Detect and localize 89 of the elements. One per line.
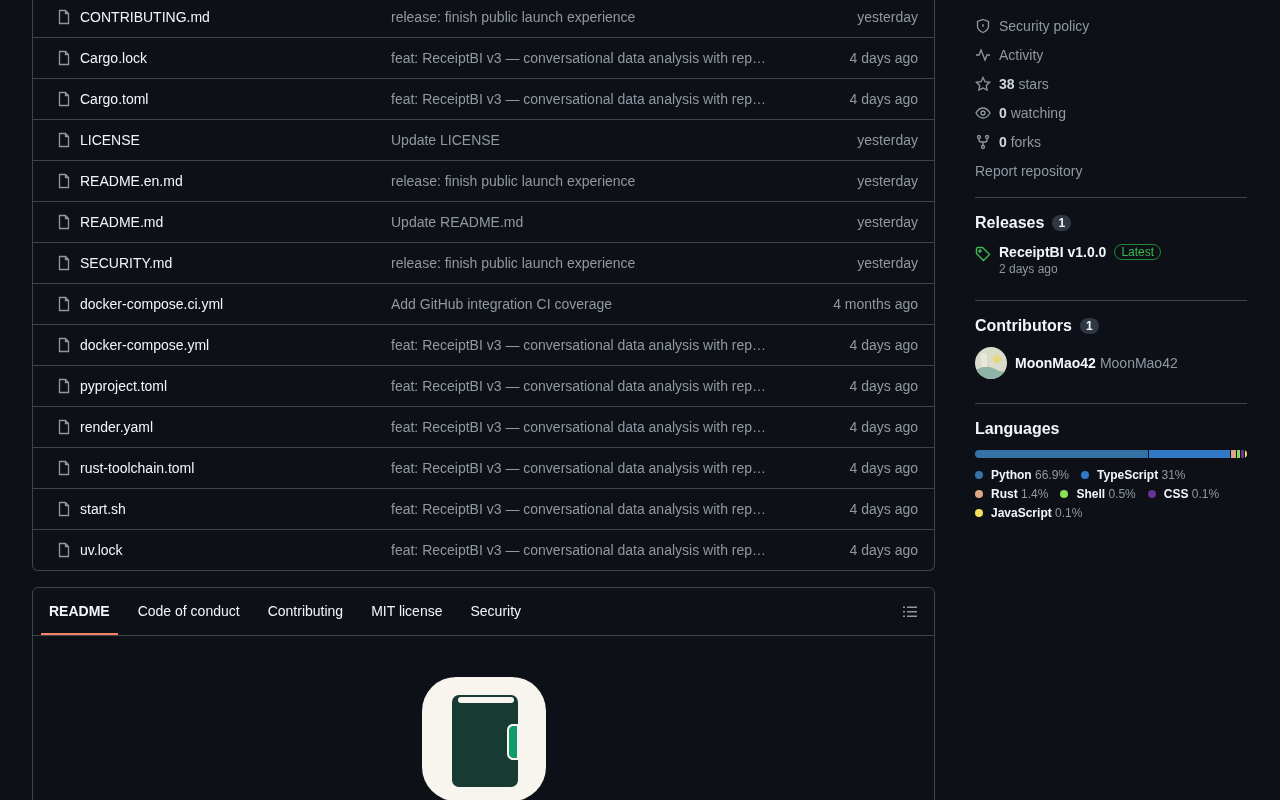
readme-tab[interactable]: Security xyxy=(462,588,530,635)
commit-message[interactable]: feat: ReceiptBI v3 — conversational data analysis with rep… xyxy=(391,501,850,517)
about-link[interactable]: 38 stars xyxy=(999,75,1049,92)
commit-message[interactable]: feat: ReceiptBI v3 — conversational data analysis with rep… xyxy=(391,542,850,558)
file-name[interactable]: pyproject.toml xyxy=(80,378,168,394)
file-name[interactable]: docker-compose.yml xyxy=(80,337,210,353)
section-title[interactable]: Releases xyxy=(975,214,1045,232)
commit-date: 4 days ago xyxy=(849,50,918,66)
readme-tab[interactable]: MIT license xyxy=(363,588,451,635)
file-icon xyxy=(56,378,72,394)
file-name[interactable]: SECURITY.md xyxy=(80,255,173,271)
file-icon xyxy=(56,542,72,558)
tag-icon xyxy=(975,246,991,262)
commit-message[interactable]: release: finish public launch experience xyxy=(391,255,858,271)
section-title: Languages xyxy=(975,420,1060,438)
commit-message[interactable]: Update README.md xyxy=(391,214,858,230)
file-icon xyxy=(56,337,72,353)
commit-message[interactable]: feat: ReceiptBI v3 — conversational data analysis with rep… xyxy=(391,378,850,394)
file-name[interactable]: README.md xyxy=(80,214,164,230)
commit-message[interactable]: release: finish public launch experience xyxy=(391,173,858,189)
file-icon xyxy=(56,419,72,435)
file-name[interactable]: docker-compose.ci.yml xyxy=(80,296,224,312)
commit-date: 4 days ago xyxy=(849,419,918,435)
about-link[interactable]: Report repository xyxy=(975,162,1083,179)
commit-message[interactable]: feat: ReceiptBI v3 — conversational data analysis with rep… xyxy=(391,337,850,353)
count-badge: 1 xyxy=(1052,215,1072,231)
commit-date: yesterday xyxy=(857,132,918,148)
readme-tab[interactable]: README xyxy=(41,588,118,635)
commit-message[interactable]: Add GitHub integration CI coverage xyxy=(391,296,834,312)
file-icon xyxy=(56,9,72,25)
star-icon xyxy=(975,75,991,92)
commit-message[interactable]: feat: ReceiptBI v3 — conversational data analysis with rep… xyxy=(391,419,850,435)
file-name[interactable]: rust-toolchain.toml xyxy=(80,460,195,476)
commit-date: 4 days ago xyxy=(849,378,918,394)
file-name[interactable]: render.yaml xyxy=(80,419,154,435)
commit-message[interactable]: Update LICENSE xyxy=(391,132,858,148)
shield-icon xyxy=(975,17,991,34)
commit-date: yesterday xyxy=(857,214,918,230)
language-entry[interactable]: Python 66.9% xyxy=(991,468,1070,482)
file-icon xyxy=(56,214,72,230)
commit-message[interactable]: feat: ReceiptBI v3 — conversational data analysis with rep… xyxy=(391,460,850,476)
commit-date: 4 days ago xyxy=(849,460,918,476)
file-name[interactable]: LICENSE xyxy=(80,132,140,148)
file-icon xyxy=(56,296,72,312)
commit-date: 4 days ago xyxy=(849,91,918,107)
about-link[interactable]: Activity xyxy=(999,46,1044,63)
file-name[interactable]: CONTRIBUTING.md xyxy=(80,9,210,25)
avatar[interactable] xyxy=(975,347,1007,379)
about-link[interactable]: 0 forks xyxy=(999,133,1042,150)
file-icon xyxy=(56,460,72,476)
count-badge: 1 xyxy=(1079,318,1099,334)
commit-date: yesterday xyxy=(857,255,918,271)
release-date: 2 days ago xyxy=(999,262,1059,276)
file-icon xyxy=(56,255,72,271)
file-icon xyxy=(56,173,72,189)
commit-date: yesterday xyxy=(857,173,918,189)
fork-icon xyxy=(975,133,991,150)
file-name[interactable]: Cargo.lock xyxy=(80,50,147,66)
file-icon xyxy=(56,91,72,107)
commit-message[interactable]: feat: ReceiptBI v3 — conversational data analysis with rep… xyxy=(391,91,850,107)
readme-tab[interactable]: Code of conduct xyxy=(129,588,248,635)
language-entry[interactable]: CSS 0.1% xyxy=(1163,487,1220,501)
section-title[interactable]: Contributors xyxy=(975,317,1072,335)
commit-message[interactable]: feat: ReceiptBI v3 — conversational data analysis with rep… xyxy=(391,50,850,66)
readme-tab[interactable]: Contributing xyxy=(259,588,352,635)
file-name[interactable]: README.en.md xyxy=(80,173,183,189)
file-icon xyxy=(56,50,72,66)
commit-date: 4 days ago xyxy=(849,542,918,558)
commit-date: 4 months ago xyxy=(833,296,918,312)
about-link[interactable]: 0 watching xyxy=(999,104,1066,121)
commit-date: 4 days ago xyxy=(849,337,918,353)
commit-date: 4 days ago xyxy=(849,501,918,517)
file-name[interactable]: Cargo.toml xyxy=(80,91,149,107)
file-name[interactable]: uv.lock xyxy=(80,542,123,558)
release-name[interactable]: ReceiptBI v1.0.0 xyxy=(999,244,1107,260)
about-link[interactable]: Security policy xyxy=(999,17,1090,34)
eye-icon xyxy=(975,104,991,121)
language-entry[interactable]: Rust 1.4% xyxy=(991,487,1049,501)
commit-message[interactable]: release: finish public launch experience xyxy=(391,9,858,25)
language-entry[interactable]: JavaScript 0.1% xyxy=(991,506,1083,520)
contributor-name: MoonMao42 xyxy=(1099,355,1178,371)
contributor-login[interactable]: MoonMao42 xyxy=(1015,355,1096,371)
file-icon xyxy=(56,501,72,517)
language-entry[interactable]: Shell 0.5% xyxy=(1076,487,1136,501)
commit-date: yesterday xyxy=(857,9,918,25)
pulse-icon xyxy=(975,46,991,63)
file-name[interactable]: start.sh xyxy=(80,501,126,517)
language-entry[interactable]: TypeScript 31% xyxy=(1097,468,1186,482)
file-icon xyxy=(56,132,72,148)
